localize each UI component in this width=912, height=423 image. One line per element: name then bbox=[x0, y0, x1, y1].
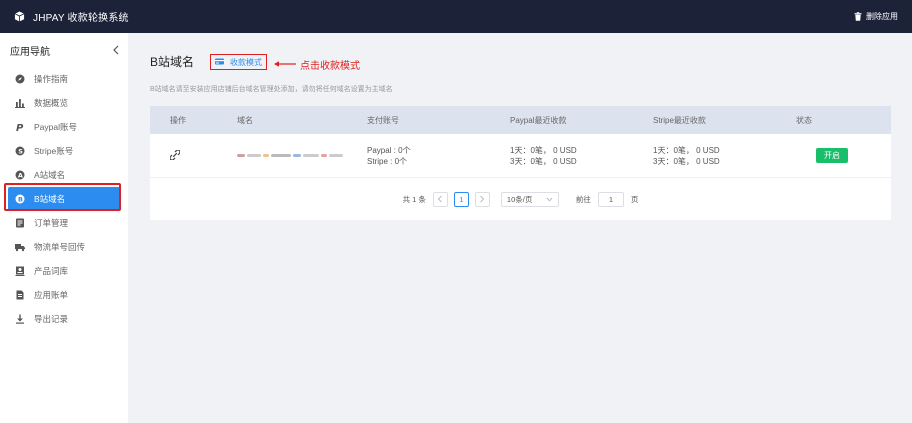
domain-table: 操作 域名 支付账号 Paypal最近收款 Stripe最近收款 状态 Payp… bbox=[150, 106, 891, 220]
page-size-select[interactable]: 10条/页 bbox=[500, 191, 559, 207]
product-book-icon bbox=[15, 266, 25, 276]
header-status: 状态 bbox=[796, 115, 812, 125]
trash-icon bbox=[854, 12, 862, 21]
sidebar-item-a-domain[interactable]: A A站域名 bbox=[0, 163, 128, 187]
link-icon[interactable] bbox=[169, 148, 181, 161]
b-circle-icon: B bbox=[15, 194, 25, 204]
paypal-icon: P bbox=[15, 122, 25, 132]
sidebar-header: 应用导航 bbox=[0, 33, 128, 67]
stripe-recent-cell: 1天：0笔， 0 USD 3天：0笔， 0 USD bbox=[653, 145, 796, 167]
sidebar-item-b-domain[interactable]: B B站域名 bbox=[8, 187, 120, 211]
sidebar-item-label: B站域名 bbox=[34, 194, 66, 204]
sidebar-item-label: 应用账单 bbox=[34, 290, 69, 300]
sidebar-item-logistics[interactable]: 物流单号回传 bbox=[0, 235, 128, 259]
status-cell: 开启 bbox=[796, 148, 891, 163]
header-payment-accounts: 支付账号 bbox=[367, 115, 399, 125]
sidebar-item-label: 操作指南 bbox=[34, 74, 69, 84]
card-icon bbox=[215, 58, 224, 65]
svg-text:B: B bbox=[18, 195, 23, 203]
chevron-left-icon[interactable] bbox=[112, 45, 120, 55]
prev-page-button[interactable] bbox=[432, 191, 448, 207]
domain-cell bbox=[237, 152, 367, 160]
title-row: B站域名 收款模式 点击收款模式 bbox=[150, 50, 891, 72]
payment-mode-label: 收款模式 bbox=[230, 57, 262, 67]
goto-prefix: 前往 bbox=[575, 194, 591, 204]
operation-cell bbox=[150, 148, 237, 162]
goto-suffix: 页 bbox=[630, 194, 639, 204]
header-stripe-recent: Stripe最近收款 bbox=[653, 115, 706, 125]
app-title: JHPAY 收款轮换系统 bbox=[33, 13, 129, 24]
stripe-3day: 3天：0笔， 0 USD bbox=[653, 156, 720, 166]
paypal-1day: 1天：0笔， 0 USD bbox=[510, 145, 577, 155]
sidebar-heading: 应用导航 bbox=[10, 46, 50, 58]
sidebar-item-label: 订单管理 bbox=[34, 218, 69, 228]
chevron-right-icon bbox=[480, 195, 485, 203]
chevron-down-icon bbox=[546, 197, 553, 202]
payment-accounts-cell: Paypal : 0个 Stripe : 0个 bbox=[367, 145, 510, 167]
order-list-icon bbox=[15, 218, 25, 228]
page-number-button[interactable]: 1 bbox=[453, 191, 469, 207]
sidebar-item-bills[interactable]: 应用账单 bbox=[0, 283, 128, 307]
svg-text:P: P bbox=[16, 123, 24, 132]
annotation-text: 点击收款模式 bbox=[300, 61, 360, 72]
domain-value-redacted bbox=[237, 152, 347, 160]
sidebar-item-label: 产品词库 bbox=[34, 266, 69, 276]
payment-mode-button[interactable]: 收款模式 bbox=[210, 54, 267, 70]
cube-icon bbox=[14, 11, 25, 22]
sidebar-item-products[interactable]: 产品词库 bbox=[0, 259, 128, 283]
delete-app-label: 删除应用 bbox=[866, 12, 898, 21]
sidebar-item-exports[interactable]: 导出记录 bbox=[0, 307, 128, 331]
sidebar-item-label: A站域名 bbox=[34, 170, 66, 180]
truck-icon bbox=[15, 242, 25, 252]
sidebar-item-paypal[interactable]: P Paypal账号 bbox=[0, 115, 128, 139]
svg-text:S: S bbox=[18, 147, 23, 155]
sidebar-item-overview[interactable]: 数据概览 bbox=[0, 91, 128, 115]
sidebar-item-guide[interactable]: 操作指南 bbox=[0, 67, 128, 91]
chevron-left-icon bbox=[438, 195, 443, 203]
enable-button[interactable]: 开启 bbox=[816, 148, 848, 163]
sidebar-item-orders[interactable]: 订单管理 bbox=[0, 211, 128, 235]
pagination: 共 1 条 1 10条/页 前往 1 页 bbox=[150, 178, 891, 220]
table-header: 操作 域名 支付账号 Paypal最近收款 Stripe最近收款 状态 bbox=[150, 106, 891, 134]
goto-page-input[interactable]: 1 bbox=[597, 191, 624, 207]
top-bar: JHPAY 收款轮换系统 删除应用 bbox=[0, 0, 912, 33]
pagination-total: 共 1 条 bbox=[402, 194, 426, 204]
bill-icon bbox=[15, 290, 25, 300]
sidebar-item-label: Stripe账号 bbox=[34, 146, 74, 156]
header-operation: 操作 bbox=[170, 115, 186, 125]
paypal-recent-cell: 1天：0笔， 0 USD 3天：0笔， 0 USD bbox=[510, 145, 653, 167]
sidebar-item-label: Paypal账号 bbox=[34, 122, 77, 132]
table-row: Paypal : 0个 Stripe : 0个 1天：0笔， 0 USD 3天：… bbox=[150, 134, 891, 178]
delete-app-button[interactable]: 删除应用 bbox=[854, 0, 898, 33]
app-logo: JHPAY 收款轮换系统 bbox=[14, 9, 129, 24]
hint-text: B站域名请至安装应用店铺后台域名管理处添加，请勿将任何域名设置为主域名 bbox=[150, 86, 393, 93]
page-size-value: 10条/页 bbox=[506, 194, 533, 204]
stripe-1day: 1天：0笔， 0 USD bbox=[653, 145, 720, 155]
sidebar-item-label: 数据概览 bbox=[34, 98, 69, 108]
page-title: B站域名 bbox=[150, 54, 195, 69]
main-content: B站域名 收款模式 点击收款模式 B站域名请至安装应用店铺后台域名管理处添加，请… bbox=[150, 50, 891, 220]
sidebar: 应用导航 操作指南 数据概览 P Paypal账号 S Stripe账号 A A… bbox=[0, 33, 128, 423]
stripe-icon: S bbox=[15, 146, 25, 156]
header-paypal-recent: Paypal最近收款 bbox=[510, 115, 567, 125]
download-icon bbox=[15, 314, 25, 324]
next-page-button[interactable] bbox=[474, 191, 490, 207]
sidebar-item-label: 物流单号回传 bbox=[34, 242, 86, 252]
annotation-arrow-icon bbox=[274, 61, 296, 67]
paypal-3day: 3天：0笔， 0 USD bbox=[510, 156, 577, 166]
a-circle-icon: A bbox=[15, 170, 25, 180]
paypal-account-count: Paypal : 0个 bbox=[367, 145, 411, 155]
sidebar-item-label: 导出记录 bbox=[34, 314, 69, 324]
header-domain: 域名 bbox=[237, 115, 253, 125]
compass-icon bbox=[15, 74, 25, 84]
sidebar-item-stripe[interactable]: S Stripe账号 bbox=[0, 139, 128, 163]
svg-text:A: A bbox=[18, 171, 23, 179]
bar-chart-icon bbox=[15, 98, 25, 108]
stripe-account-count: Stripe : 0个 bbox=[367, 156, 408, 166]
